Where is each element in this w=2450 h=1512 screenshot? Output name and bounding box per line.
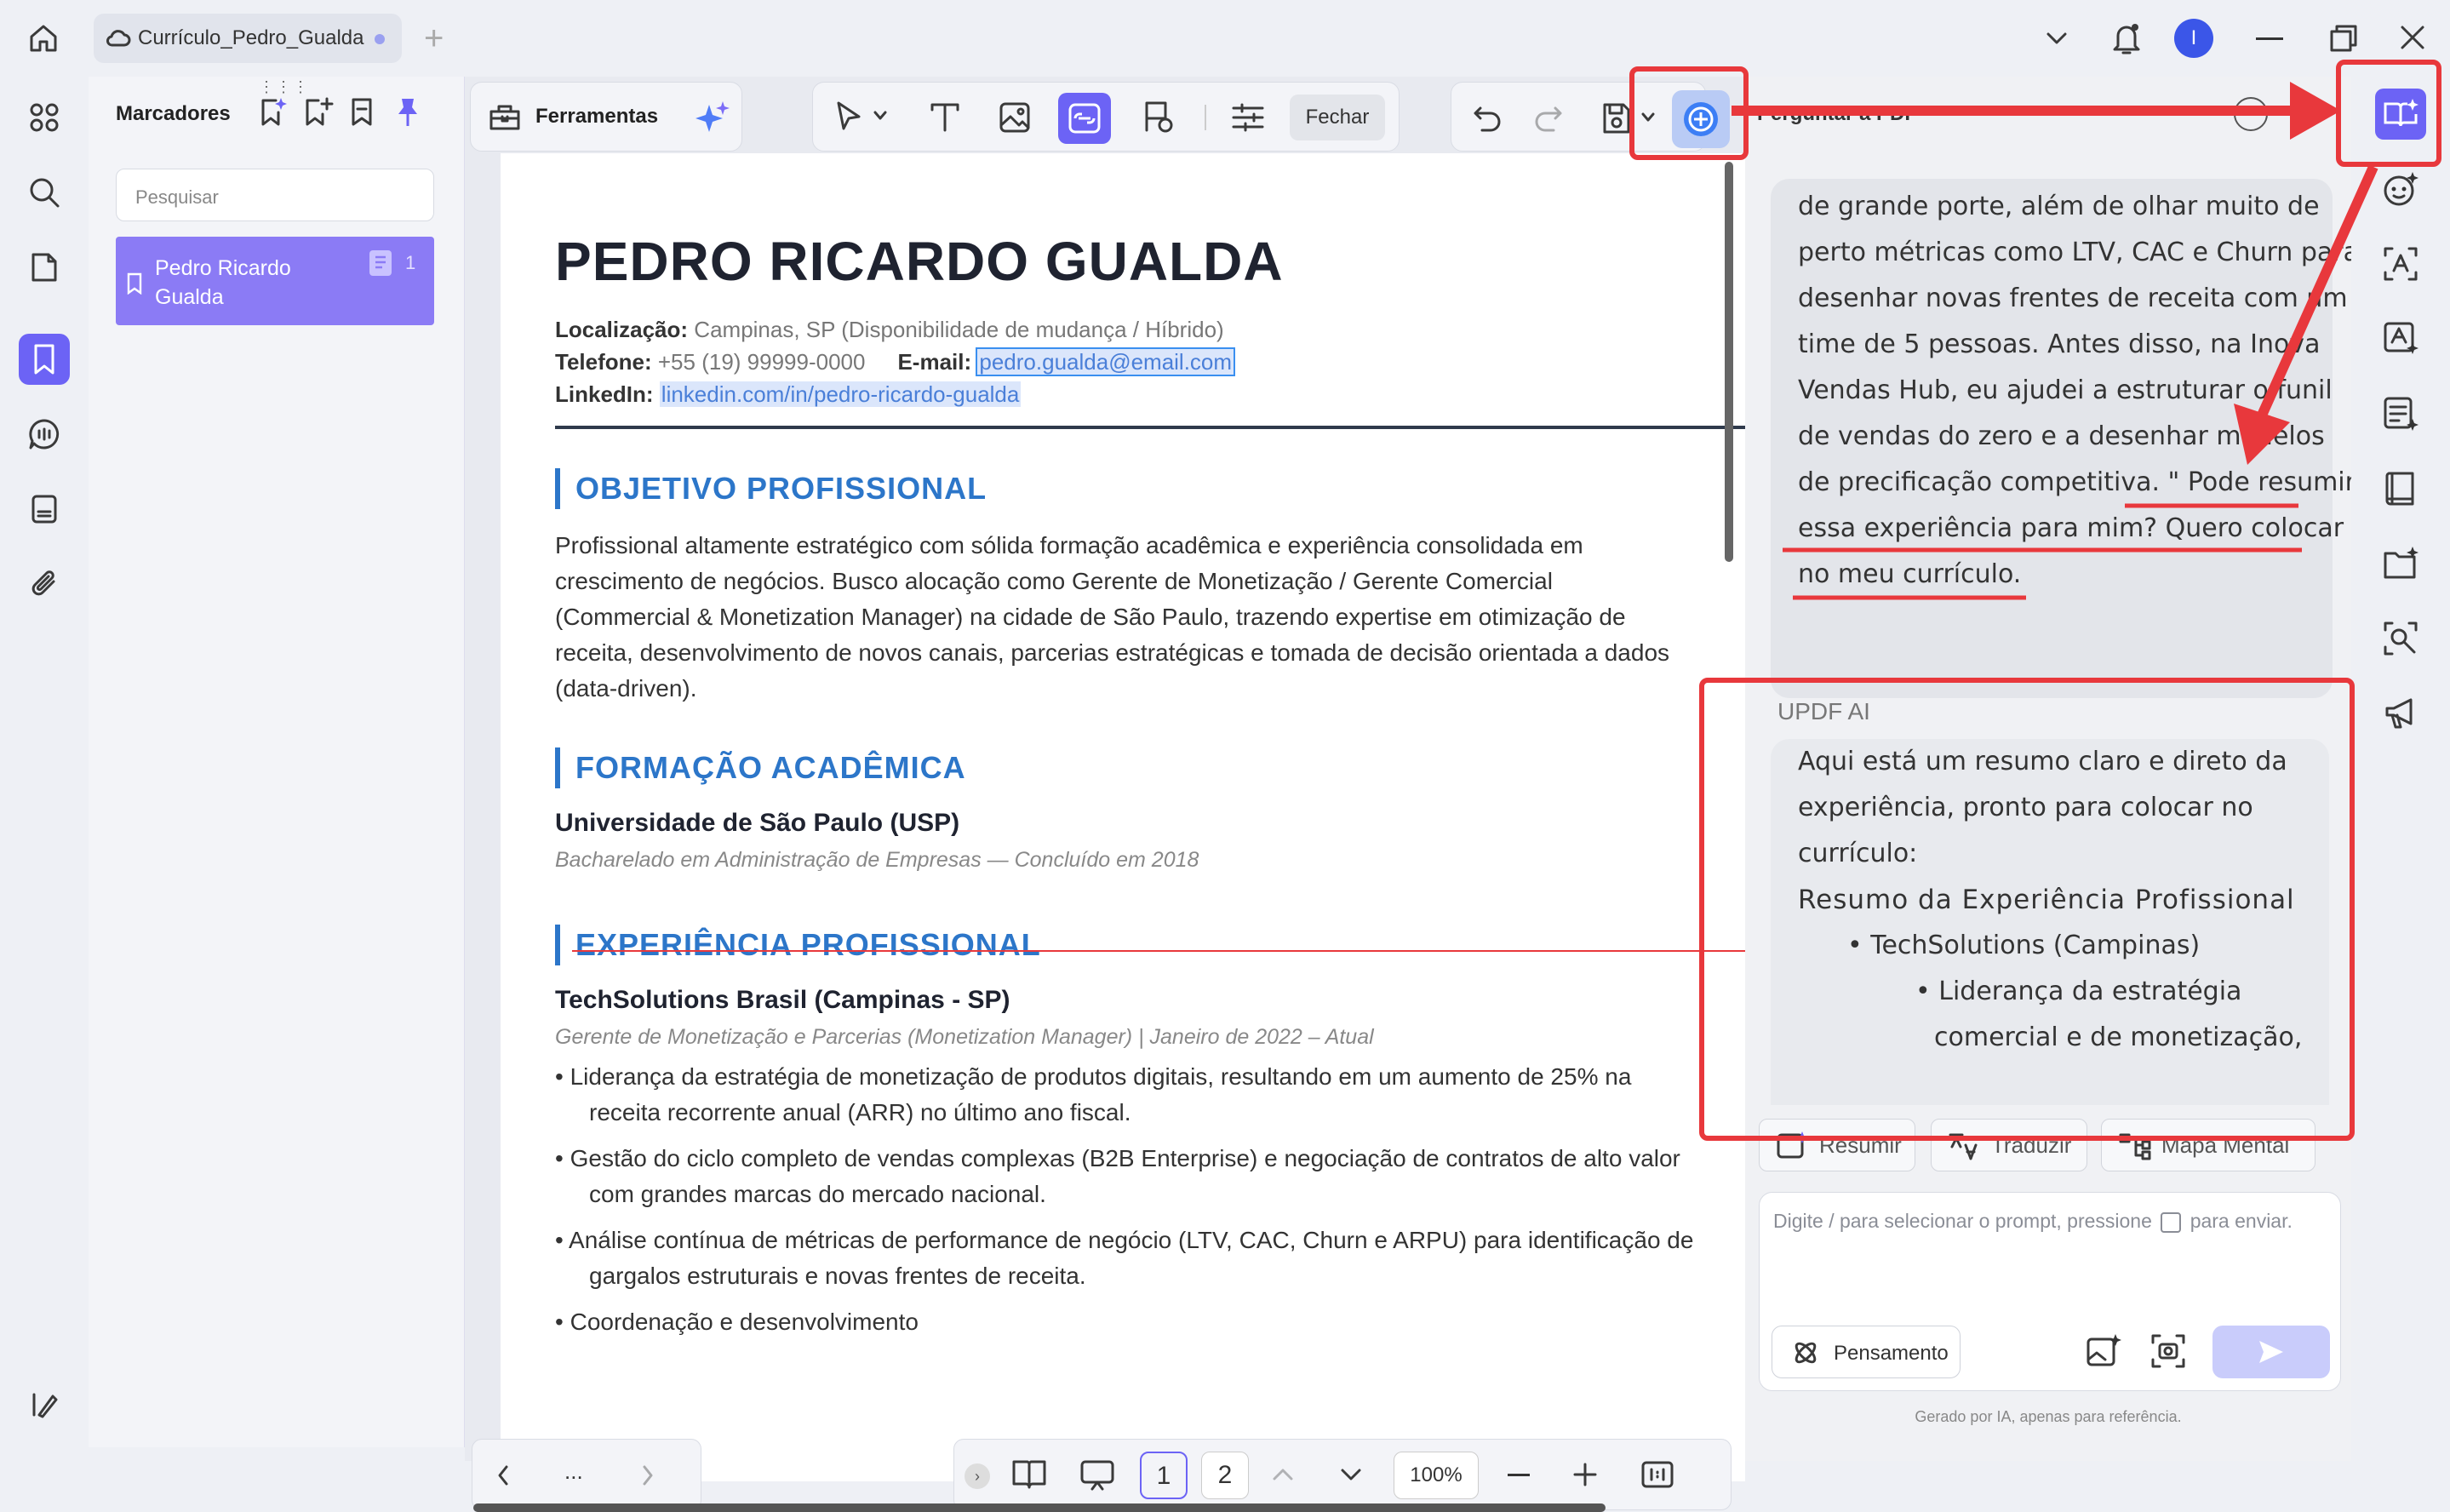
chevron-right-icon[interactable] <box>639 1463 656 1487</box>
chevron-left-icon[interactable] <box>495 1463 512 1487</box>
more-options[interactable]: ... <box>564 1458 583 1485</box>
expand-nav-icon[interactable]: › <box>965 1463 990 1489</box>
actual-size-icon[interactable] <box>1640 1458 1674 1491</box>
horizontal-scrollbar[interactable] <box>473 1503 1606 1512</box>
zoom-out-icon[interactable] <box>1508 1474 1530 1476</box>
annotation-arrows <box>1732 82 2378 600</box>
presentation-icon[interactable] <box>1079 1457 1116 1492</box>
reading-mode-icon[interactable] <box>1010 1457 1048 1491</box>
chevron-up-icon[interactable] <box>1271 1465 1295 1482</box>
zoom-in-icon[interactable] <box>1572 1462 1598 1487</box>
chevron-down-nav-icon[interactable] <box>1339 1467 1363 1484</box>
